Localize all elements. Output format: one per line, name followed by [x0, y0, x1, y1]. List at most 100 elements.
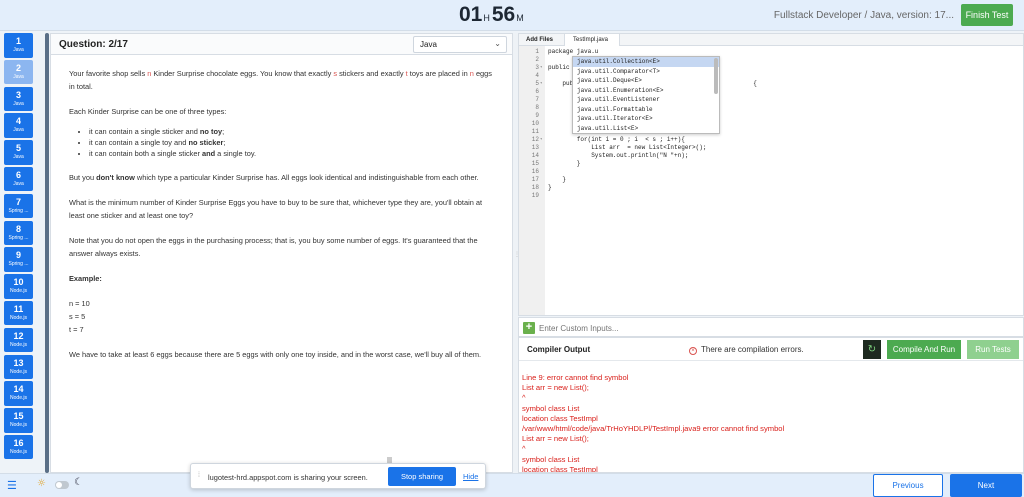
question-nav-item[interactable]: 11 Node.js	[4, 300, 33, 326]
theme-toggle[interactable]	[55, 481, 69, 489]
tab-testimpl-java[interactable]: TestImpl.java	[565, 34, 620, 46]
question-nav-item[interactable]: 8 Spring ...	[4, 220, 33, 246]
question-nav-item[interactable]: 6 Java	[4, 166, 33, 192]
code-text: }	[548, 184, 552, 191]
bottom-bar: ☰ ☼ ☾	[0, 473, 1024, 497]
output-line: location class TestImpl	[522, 464, 598, 473]
question-tag: Java	[13, 73, 24, 80]
reset-code-button[interactable]: ↻	[863, 340, 881, 359]
output-title: Compiler Output	[527, 345, 591, 354]
fold-marker-icon[interactable]: ▾	[540, 64, 542, 72]
output-line: ^	[522, 393, 526, 403]
question-nav-item[interactable]: 12 Node.js	[4, 327, 33, 353]
code-line[interactable]: 14 System.out.println("N "+n);	[519, 152, 1023, 160]
question-nav-item[interactable]: 1 Java	[4, 33, 33, 58]
code-line[interactable]: 12 ▾ for(int i = 0 ; i < s ; i++){	[519, 136, 1023, 144]
screen-share-bar: ⁞ lugotest-hrd.appspot.com is sharing yo…	[190, 463, 486, 489]
list-icon[interactable]: ☰	[7, 479, 17, 492]
question-tag: Java	[13, 127, 24, 134]
example-explanation: We have to take at least 6 eggs because …	[69, 350, 482, 359]
line-number: 14	[531, 152, 539, 159]
code-text: }	[548, 160, 581, 167]
fold-marker-icon[interactable]: ▾	[540, 136, 542, 144]
line-number: 3	[535, 64, 539, 71]
code-line[interactable]: 13 List arr = new List<Integer>();	[519, 144, 1023, 152]
grip-icon[interactable]: ⁞	[198, 472, 200, 479]
question-tag: Node.js	[10, 341, 27, 348]
question-tag: Java	[13, 100, 24, 107]
question-nav-item[interactable]: 5 Java	[4, 140, 33, 165]
custom-input-field[interactable]	[539, 321, 839, 335]
question-nav-item[interactable]: 9 Spring ...	[4, 247, 33, 272]
question-nav-item[interactable]: 15 Node.js	[4, 408, 33, 433]
autocomplete-popup[interactable]: java.util.Collection<E> java.util.Compara…	[572, 56, 720, 134]
types-list: it can contain a single sticker and no t…	[89, 126, 499, 159]
next-button[interactable]: Next	[950, 474, 1022, 497]
autocomplete-item[interactable]: java.util.Comparator<T>	[573, 67, 719, 77]
line-number: 11	[531, 128, 539, 135]
question-number: 15	[13, 411, 24, 422]
autocomplete-item[interactable]: java.util.EventListener	[573, 95, 719, 105]
autocomplete-item[interactable]: java.util.Enumeration<E>	[573, 86, 719, 96]
question-body: Your favorite shop sells n Kinder Surpri…	[69, 67, 499, 373]
line-number: 15	[531, 160, 539, 167]
fold-marker-icon[interactable]: ▾	[540, 80, 542, 88]
question-nav-item[interactable]: 2 Java	[4, 59, 33, 85]
timer-minutes-unit: M	[516, 13, 524, 23]
question-number: 2	[15, 62, 21, 73]
code-text: public	[548, 64, 570, 71]
refresh-icon: ↻	[867, 344, 877, 355]
output-line: /var/www/html/code/java/TrHoYHDLPl/TestI…	[522, 424, 785, 434]
question-tag: Spring ...	[8, 207, 29, 214]
output-line: List arr = new List();	[522, 434, 589, 444]
line-number: 18	[531, 184, 539, 191]
sun-icon: ☼	[37, 478, 46, 489]
code-line[interactable]: 1 package java.u	[519, 48, 1023, 56]
question-nav-item[interactable]: 10 Node.js	[4, 274, 33, 299]
question-nav-item[interactable]: 16 Node.js	[4, 434, 33, 460]
compiler-output-panel: Compiler Output × There are compilation e…	[518, 337, 1024, 473]
code-line[interactable]: 19	[519, 192, 1023, 200]
code-line[interactable]: 15 }	[519, 160, 1023, 168]
autocomplete-item[interactable]: java.util.Collection<E>	[573, 57, 719, 67]
question-tag: Java	[13, 180, 24, 187]
question-nav-item[interactable]: 4 Java	[4, 113, 33, 138]
previous-button[interactable]: Previous	[873, 474, 943, 497]
note-paragraph: Note that you do not open the eggs in th…	[69, 236, 478, 258]
line-number: 17	[531, 176, 539, 183]
question-nav-item[interactable]: 14 Node.js	[4, 381, 33, 406]
question-nav-item[interactable]: 13 Node.js	[4, 354, 33, 380]
add-input-icon[interactable]: +	[523, 322, 535, 334]
question-tag: Spring ...	[8, 261, 29, 268]
stop-sharing-button[interactable]: Stop sharing	[388, 467, 456, 486]
question-nav-item[interactable]: 7 Spring ...	[4, 193, 33, 219]
question-number: 8	[15, 223, 21, 234]
question-tag: Java	[13, 154, 24, 161]
run-tests-button[interactable]: Run Tests	[967, 340, 1019, 359]
line-number: 16	[531, 168, 539, 175]
example-values: n = 10 s = 5t = 7	[69, 299, 90, 334]
autocomplete-item[interactable]: java.util.Iterator<E>	[573, 114, 719, 124]
autocomplete-item[interactable]: java.util.Deque<E>	[573, 76, 719, 86]
line-number: 5	[535, 80, 539, 87]
question-number: 10	[13, 277, 24, 288]
code-line[interactable]: 18}	[519, 184, 1023, 192]
compile-and-run-button[interactable]: Compile And Run	[887, 340, 961, 359]
chevron-down-icon: ⌄	[494, 39, 501, 48]
hide-link[interactable]: Hide	[463, 472, 478, 481]
language-select[interactable]: Java ⌄	[413, 36, 507, 53]
code-line[interactable]: 17 }	[519, 176, 1023, 184]
autocomplete-item[interactable]: java.util.List<E>	[573, 124, 719, 134]
tab-add-files[interactable]: Add Files	[519, 34, 565, 46]
code-text: System.out.println("N "+n);	[548, 152, 689, 159]
output-log: Line 9: error cannot find symbol List arr…	[522, 373, 1022, 473]
question-navigator: 1 Java 2 Java 3 Java 4 Java 5 Java 6 Java 7 Spring ..…	[4, 33, 33, 473]
unknown-type-paragraph: But you don't know which type a particul…	[69, 173, 479, 182]
navigator-scrollbar[interactable]	[45, 33, 49, 473]
question-nav-item[interactable]: 3 Java	[4, 86, 33, 112]
code-text: package java.u	[548, 48, 599, 55]
finish-test-button[interactable]: Finish Test	[961, 4, 1013, 26]
code-line[interactable]: 16	[519, 168, 1023, 176]
autocomplete-scrollbar[interactable]	[714, 58, 718, 94]
autocomplete-item[interactable]: java.util.Formattable	[573, 105, 719, 115]
